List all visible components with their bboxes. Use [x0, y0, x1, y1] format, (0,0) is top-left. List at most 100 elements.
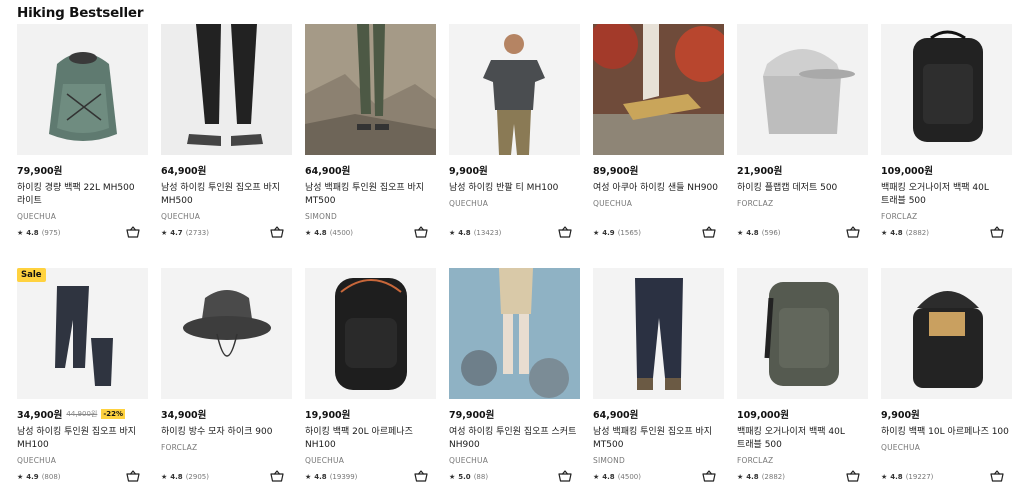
- product-name[interactable]: 여성 하이킹 투인원 집오프 스커트 NH900: [449, 426, 580, 452]
- product-image[interactable]: [737, 268, 868, 399]
- product-rating: ★ 4.9 (808): [17, 473, 61, 481]
- product-image[interactable]: [881, 268, 1012, 399]
- add-to-cart-icon[interactable]: [990, 470, 1004, 482]
- product-card[interactable]: 19,900원 하이킹 백팩 20L 아르페나즈 NH100 QUECHUA ★…: [305, 268, 436, 498]
- product-name[interactable]: 백패킹 오거나이저 백팩 40L 트래블 500: [737, 426, 868, 452]
- rating-score: 4.8: [890, 229, 903, 237]
- star-icon: ★: [161, 229, 168, 237]
- product-name[interactable]: 하이킹 플랩캡 데저트 500: [737, 182, 868, 195]
- add-to-cart-icon[interactable]: [270, 470, 284, 482]
- product-card[interactable]: 109,000원 백패킹 오거나이저 백팩 40L 트래블 500 FORCLA…: [881, 24, 1012, 268]
- product-rating: ★ 4.8 (596): [737, 229, 781, 237]
- add-to-cart-icon[interactable]: [846, 470, 860, 482]
- product-info: 9,900원 하이킹 백팩 10L 아르페나즈 100 QUECHUA ★ 4.…: [881, 399, 1012, 498]
- product-image[interactable]: [161, 268, 292, 399]
- rating-score: 4.8: [26, 229, 39, 237]
- product-name[interactable]: 하이킹 방수 모자 하이크 900: [161, 426, 292, 439]
- product-grid: 79,900원 하이킹 경량 백팩 22L MH500 라이트 QUECHUA …: [17, 24, 1017, 498]
- rating-score: 4.8: [314, 473, 327, 481]
- product-image[interactable]: [593, 24, 724, 155]
- product-brand: FORCLAZ: [737, 199, 774, 208]
- product-card[interactable]: 64,900원 남성 백패킹 투인원 집오프 바지 MT500 SIMOND ★…: [305, 24, 436, 268]
- price-line: 64,900원: [305, 164, 436, 177]
- product-card[interactable]: 21,900원 하이킹 플랩캡 데저트 500 FORCLAZ ★ 4.8 (5…: [737, 24, 868, 268]
- black-travel-pack-image: [881, 24, 1012, 155]
- product-image[interactable]: [449, 268, 580, 399]
- add-to-cart-icon[interactable]: [846, 226, 860, 238]
- daypack-black-image: [305, 268, 436, 399]
- price-line: 79,900원: [449, 408, 580, 421]
- product-brand: QUECHUA: [881, 443, 921, 452]
- product-card[interactable]: 109,000원 백패킹 오거나이저 백팩 40L 트래블 500 FORCLA…: [737, 268, 868, 498]
- product-info: 34,900원 44,900원 -22% 남성 하이킹 투인원 집오프 바지 MH…: [17, 399, 148, 498]
- add-to-cart-icon[interactable]: [414, 226, 428, 238]
- product-image[interactable]: [737, 24, 868, 155]
- product-card[interactable]: 64,900원 남성 백패킹 투인원 집오프 바지 MT500 SIMOND ★…: [593, 268, 724, 498]
- price-line: 34,900원: [161, 408, 292, 421]
- product-card[interactable]: 9,900원 하이킹 백팩 10L 아르페나즈 100 QUECHUA ★ 4.…: [881, 268, 1012, 498]
- add-to-cart-icon[interactable]: [558, 226, 572, 238]
- product-name[interactable]: 하이킹 백팩 10L 아르페나즈 100: [881, 426, 1012, 439]
- product-rating: ★ 4.8 (4500): [305, 229, 353, 237]
- price-line: 9,900원: [449, 164, 580, 177]
- discount-badge: -22%: [101, 409, 126, 419]
- product-card[interactable]: 9,900원 남성 하이킹 반팔 티 MH100 QUECHUA ★ 4.8 (…: [449, 24, 580, 268]
- sandals-on-log-image: [593, 24, 724, 155]
- product-price: 109,000원: [881, 166, 934, 177]
- add-to-cart-icon[interactable]: [126, 226, 140, 238]
- product-name[interactable]: 남성 하이킹 투인원 집오프 바지 MH100: [17, 426, 148, 452]
- product-brand: QUECHUA: [449, 199, 489, 208]
- add-to-cart-icon[interactable]: [414, 470, 428, 482]
- product-image[interactable]: [161, 24, 292, 155]
- product-name[interactable]: 남성 하이킹 반팔 티 MH100: [449, 182, 580, 195]
- product-info: 109,000원 백패킹 오거나이저 백팩 40L 트래블 500 FORCLA…: [881, 155, 1012, 268]
- price-line: 64,900원: [161, 164, 292, 177]
- product-name[interactable]: 하이킹 백팩 20L 아르페나즈 NH100: [305, 426, 436, 452]
- product-image[interactable]: [305, 24, 436, 155]
- product-image[interactable]: [17, 24, 148, 155]
- product-brand: FORCLAZ: [161, 443, 198, 452]
- khaki-travel-pack-image: [737, 268, 868, 399]
- star-icon: ★: [17, 229, 24, 237]
- product-card[interactable]: 64,900원 남성 하이킹 투인원 집오프 바지 MH500 QUECHUA …: [161, 24, 292, 268]
- product-name[interactable]: 남성 하이킹 투인원 집오프 바지 MH500: [161, 182, 292, 208]
- product-image[interactable]: [305, 268, 436, 399]
- review-count: (596): [761, 229, 781, 237]
- product-info: 79,900원 하이킹 경량 백팩 22L MH500 라이트 QUECHUA …: [17, 155, 148, 268]
- product-card[interactable]: 79,900원 하이킹 경량 백팩 22L MH500 라이트 QUECHUA …: [17, 24, 148, 268]
- add-to-cart-icon[interactable]: [990, 226, 1004, 238]
- product-price: 79,900원: [449, 410, 495, 421]
- product-card[interactable]: 89,900원 여성 아쿠아 하이킹 샌들 NH900 QUECHUA ★ 4.…: [593, 24, 724, 268]
- product-rating: ★ 4.8 (19399): [305, 473, 357, 481]
- star-icon: ★: [881, 473, 888, 481]
- review-count: (4500): [329, 229, 353, 237]
- open-small-pack-image: [881, 268, 1012, 399]
- add-to-cart-icon[interactable]: [270, 226, 284, 238]
- product-card[interactable]: Sale 34,900원 44,900원 -22% 남성 하이킹 투인원 집오프 …: [17, 268, 148, 498]
- product-row: 79,900원 하이킹 경량 백팩 22L MH500 라이트 QUECHUA …: [17, 24, 1017, 268]
- product-image[interactable]: [881, 24, 1012, 155]
- product-name[interactable]: 남성 백패킹 투인원 집오프 바지 MT500: [305, 182, 436, 208]
- product-image[interactable]: [593, 268, 724, 399]
- product-card[interactable]: 34,900원 하이킹 방수 모자 하이크 900 FORCLAZ ★ 4.8 …: [161, 268, 292, 498]
- zip-off-pants-black-image: [161, 24, 292, 155]
- product-price: 34,900원: [161, 410, 207, 421]
- product-name[interactable]: 하이킹 경량 백팩 22L MH500 라이트: [17, 182, 148, 208]
- review-count: (975): [41, 229, 61, 237]
- add-to-cart-icon[interactable]: [558, 470, 572, 482]
- rating-score: 4.8: [890, 473, 903, 481]
- product-name[interactable]: 남성 백패킹 투인원 집오프 바지 MT500: [593, 426, 724, 452]
- product-image[interactable]: Sale: [17, 268, 148, 399]
- product-brand: QUECHUA: [161, 212, 201, 221]
- product-rating: ★ 4.8 (4500): [593, 473, 641, 481]
- review-count: (88): [473, 473, 489, 481]
- review-count: (2905): [185, 473, 209, 481]
- add-to-cart-icon[interactable]: [702, 470, 716, 482]
- product-name[interactable]: 백패킹 오거나이저 백팩 40L 트래블 500: [881, 182, 1012, 208]
- price-line: 64,900원: [593, 408, 724, 421]
- add-to-cart-icon[interactable]: [126, 470, 140, 482]
- product-image[interactable]: [449, 24, 580, 155]
- product-card[interactable]: 79,900원 여성 하이킹 투인원 집오프 스커트 NH900 QUECHUA…: [449, 268, 580, 498]
- add-to-cart-icon[interactable]: [702, 226, 716, 238]
- product-name[interactable]: 여성 아쿠아 하이킹 샌들 NH900: [593, 182, 724, 195]
